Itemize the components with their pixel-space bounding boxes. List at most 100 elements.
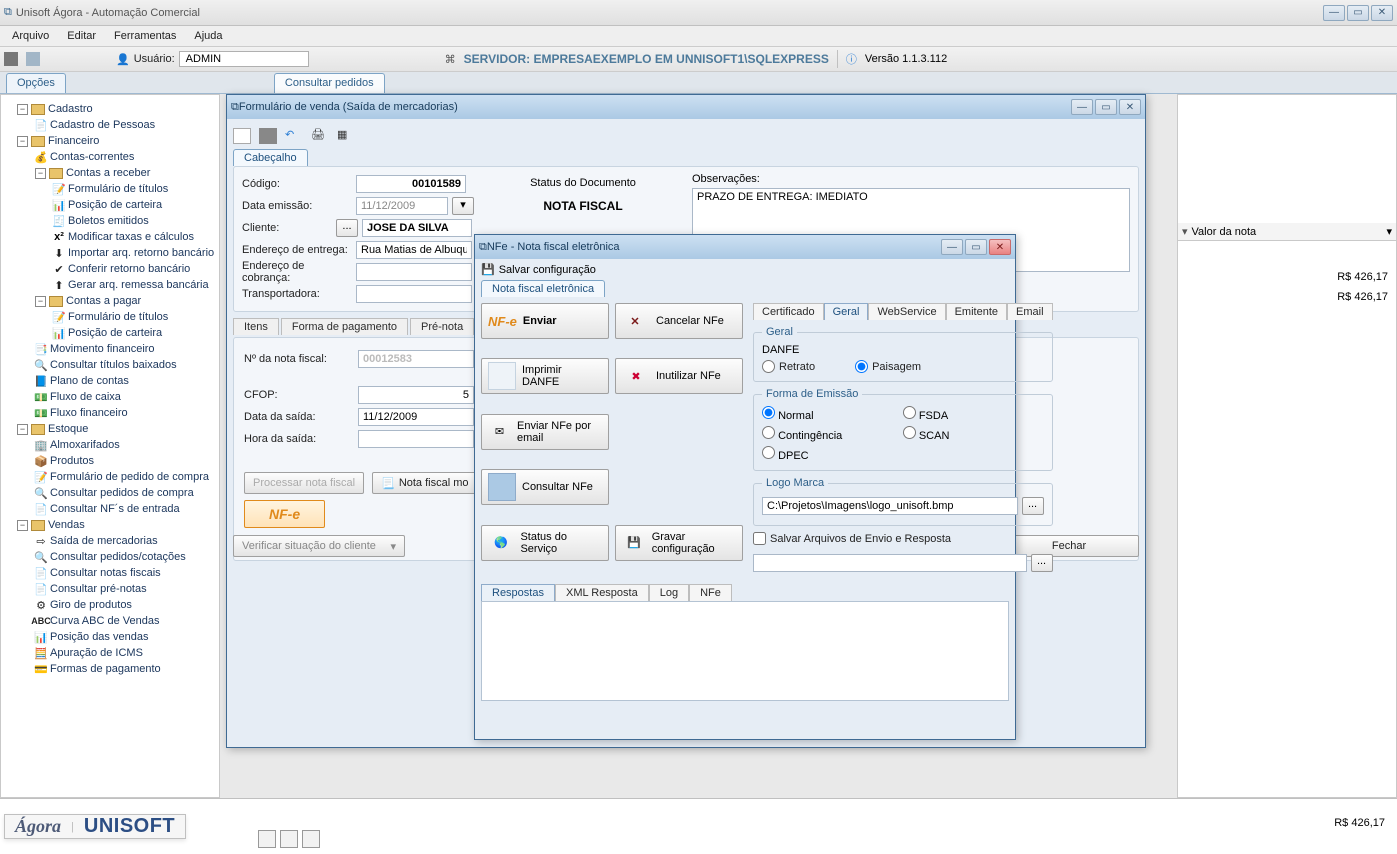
tree-boletos[interactable]: Boletos emitidos xyxy=(68,215,149,227)
gravar-config-button[interactable]: 💾Gravar configuração xyxy=(615,525,743,561)
data-emissao-input[interactable] xyxy=(356,197,448,215)
toolbar-icon-1[interactable] xyxy=(4,52,18,66)
tab-nota-fiscal-eletronica[interactable]: Nota fiscal eletrônica xyxy=(481,280,605,297)
imprimir-danfe-button[interactable]: Imprimir DANFE xyxy=(481,358,609,394)
processar-nota-button[interactable]: Processar nota fiscal xyxy=(244,472,364,494)
tree-plano-contas[interactable]: Plano de contas xyxy=(50,375,129,387)
tree-form-pedido[interactable]: Formulário de pedido de compra xyxy=(50,471,209,483)
tree-contas-pagar[interactable]: Contas a pagar xyxy=(66,295,141,307)
tree-giro[interactable]: Giro de produtos xyxy=(50,599,132,611)
tab-pre-nota[interactable]: Pré-nota xyxy=(410,318,474,335)
radio-retrato[interactable]: Retrato xyxy=(762,360,815,373)
tree-form-titulos-p[interactable]: Formulário de títulos xyxy=(68,311,168,323)
enviar-email-button[interactable]: ✉Enviar NFe por email xyxy=(481,414,609,450)
tab-emitente[interactable]: Emitente xyxy=(946,303,1007,320)
endereco-cobranca-input[interactable] xyxy=(356,263,472,281)
enviar-nfe-button[interactable]: NF-eEnviar xyxy=(481,303,609,339)
sale-maximize-button[interactable]: ▭ xyxy=(1095,99,1117,115)
tab-email[interactable]: Email xyxy=(1007,303,1053,320)
chevron-down-icon[interactable]: ▾ xyxy=(1386,225,1392,238)
tab-webservice[interactable]: WebService xyxy=(868,303,945,320)
hora-saida-input[interactable] xyxy=(358,430,474,448)
radio-normal[interactable]: Normal xyxy=(762,406,903,422)
radio-fsda[interactable]: FSDA xyxy=(903,406,1044,422)
maximize-button[interactable]: ▭ xyxy=(1347,5,1369,21)
tab-consultar-pedidos[interactable]: Consultar pedidos xyxy=(274,73,385,93)
tree-posicao-carteira-r[interactable]: Posição de carteira xyxy=(68,199,162,211)
tab-nfe-log[interactable]: NFe xyxy=(689,584,732,601)
tab-cabecalho[interactable]: Cabeçalho xyxy=(233,149,308,166)
tree-consultar-pedidos[interactable]: Consultar pedidos/cotações xyxy=(50,551,186,563)
tab-certificado[interactable]: Certificado xyxy=(753,303,824,320)
sale-titlebar[interactable]: ⧉ Formulário de venda (Saída de mercador… xyxy=(227,95,1145,119)
tab-forma-pagamento[interactable]: Forma de pagamento xyxy=(281,318,408,335)
tree-posicao-carteira-p[interactable]: Posição de carteira xyxy=(68,327,162,339)
tool-new-icon[interactable] xyxy=(233,128,251,144)
tree-fluxo-fin[interactable]: Fluxo financeiro xyxy=(50,407,128,419)
transportadora-input[interactable] xyxy=(356,285,472,303)
tree-modificar-taxas[interactable]: Modificar taxas e cálculos xyxy=(68,231,194,243)
browse-button[interactable]: ... xyxy=(1022,497,1044,515)
data-saida-input[interactable] xyxy=(358,408,474,426)
cliente-input[interactable] xyxy=(362,219,472,237)
tool-grid-icon[interactable]: ▦ xyxy=(337,128,355,144)
tab-respostas[interactable]: Respostas xyxy=(481,584,555,601)
menu-ajuda[interactable]: Ajuda xyxy=(186,28,230,44)
tree-saida[interactable]: Saída de mercadorias xyxy=(50,535,158,547)
tree-fluxo-caixa[interactable]: Fluxo de caixa xyxy=(50,391,121,403)
cfop-input[interactable] xyxy=(358,386,474,404)
consultar-nfe-button[interactable]: Consultar NFe xyxy=(481,469,609,505)
tree-curva[interactable]: Curva ABC de Vendas xyxy=(50,615,159,627)
nav-tree[interactable]: −Cadastro 📄Cadastro de Pessoas −Financei… xyxy=(0,94,220,798)
inutilizar-nfe-button[interactable]: ✖Inutilizar NFe xyxy=(615,358,743,394)
tree-vendas[interactable]: Vendas xyxy=(48,519,85,531)
cancelar-nfe-button[interactable]: Cancelar NFe xyxy=(615,303,743,339)
nav-first-button[interactable] xyxy=(258,830,276,848)
salvar-path-input[interactable] xyxy=(753,554,1027,572)
num-nota-input[interactable] xyxy=(358,350,474,368)
tab-xml-resposta[interactable]: XML Resposta xyxy=(555,584,649,601)
status-servico-button[interactable]: 🌎Status do Serviço xyxy=(481,525,609,561)
tree-consultar-pre[interactable]: Consultar pré-notas xyxy=(50,583,147,595)
sale-minimize-button[interactable]: — xyxy=(1071,99,1093,115)
nota-fiscal-modelo-button[interactable]: 📃Nota fiscal mo xyxy=(372,472,477,494)
tree-consultar-nfs[interactable]: Consultar NF´s de entrada xyxy=(50,503,180,515)
close-button[interactable]: ✕ xyxy=(1371,5,1393,21)
menu-editar[interactable]: Editar xyxy=(59,28,104,44)
calendar-icon[interactable]: ▾ xyxy=(452,197,474,215)
nfe-button[interactable]: NF-e xyxy=(244,500,325,528)
tool-save-icon[interactable] xyxy=(259,128,277,144)
radio-contingencia[interactable]: Contingência xyxy=(762,426,903,442)
tree-cadastro-pessoas[interactable]: Cadastro de Pessoas xyxy=(50,119,155,131)
nfe-minimize-button[interactable]: — xyxy=(941,239,963,255)
log-box[interactable] xyxy=(481,601,1009,701)
toolbar-icon-2[interactable] xyxy=(26,52,40,66)
tree-contas-receber[interactable]: Contas a receber xyxy=(66,167,150,179)
radio-scan[interactable]: SCAN xyxy=(903,426,1044,442)
tree-almox[interactable]: Almoxarifados xyxy=(50,439,120,451)
codigo-input[interactable] xyxy=(356,175,466,193)
logo-path-input[interactable] xyxy=(762,497,1018,515)
radio-dpec[interactable]: DPEC xyxy=(762,446,903,462)
menu-ferramentas[interactable]: Ferramentas xyxy=(106,28,184,44)
nav-funnel-button[interactable] xyxy=(302,830,320,848)
tree-estoque[interactable]: Estoque xyxy=(48,423,88,435)
tree-cadastro[interactable]: Cadastro xyxy=(48,103,93,115)
browse-button-2[interactable]: ... xyxy=(1031,554,1053,572)
nfe-titlebar[interactable]: ⧉ NFe - Nota fiscal eletrônica — ▭ ✕ xyxy=(475,235,1015,259)
tree-importar-arq[interactable]: Importar arq. retorno bancário xyxy=(68,247,214,259)
tree-form-titulos-r[interactable]: Formulário de títulos xyxy=(68,183,168,195)
tab-itens[interactable]: Itens xyxy=(233,318,279,335)
verificar-situacao-combo[interactable]: Verificar situação do cliente▾ xyxy=(233,535,405,557)
minimize-button[interactable]: — xyxy=(1323,5,1345,21)
tree-consultar-pedidos-comp[interactable]: Consultar pedidos de compra xyxy=(50,487,194,499)
tree-conferir[interactable]: Conferir retorno bancário xyxy=(68,263,190,275)
salvar-config-link[interactable]: Salvar configuração xyxy=(499,264,596,276)
tab-opcoes[interactable]: Opções xyxy=(6,73,66,93)
tree-gerar-arq[interactable]: Gerar arq. remessa bancária xyxy=(68,279,209,291)
tree-financeiro[interactable]: Financeiro xyxy=(48,135,99,147)
tree-consultar-tit[interactable]: Consultar títulos baixados xyxy=(50,359,177,371)
chevron-down-icon[interactable]: ▾ xyxy=(1182,225,1188,238)
sale-close-button[interactable]: ✕ xyxy=(1119,99,1141,115)
nfe-maximize-button[interactable]: ▭ xyxy=(965,239,987,255)
